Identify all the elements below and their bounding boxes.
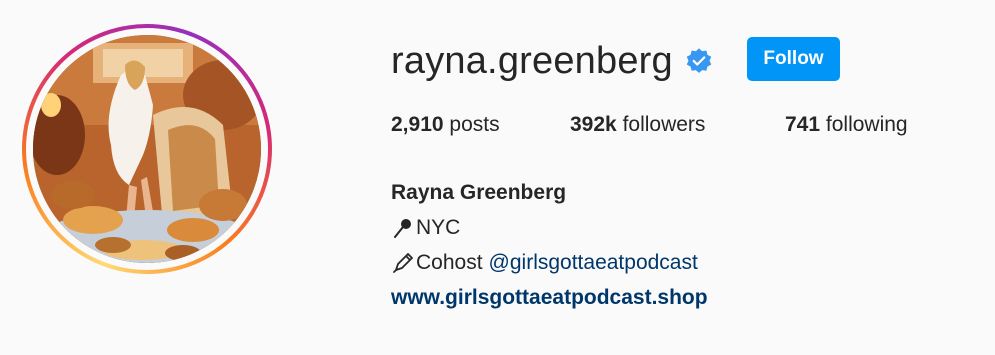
followers-count: 392k bbox=[570, 113, 617, 136]
bio-location-line: NYC bbox=[391, 210, 708, 245]
display-name: Rayna Greenberg bbox=[391, 181, 567, 204]
bio-role-line: Cohost @girlsgottaeatpodcast bbox=[391, 245, 708, 280]
bio-website-line: www.girlsgottaeatpodcast.shop bbox=[391, 280, 708, 315]
following-stat[interactable]: 741 following bbox=[785, 113, 908, 137]
bio-location: NYC bbox=[416, 216, 461, 239]
profile-bio: Rayna Greenberg NYC Cohost @girlsgottaea… bbox=[391, 175, 708, 315]
posts-count: 2,910 bbox=[391, 113, 444, 136]
followers-stat[interactable]: 392k followers bbox=[570, 113, 705, 137]
posts-label: posts bbox=[449, 113, 500, 136]
verified-badge-icon bbox=[685, 47, 713, 75]
avatar-image bbox=[33, 35, 261, 263]
pushpin-icon bbox=[391, 216, 415, 240]
website-link[interactable]: www.girlsgottaeatpodcast.shop bbox=[391, 280, 708, 315]
following-count: 741 bbox=[785, 113, 821, 136]
avatar-story-ring[interactable] bbox=[22, 24, 272, 274]
follow-button[interactable]: Follow bbox=[747, 37, 840, 81]
mention-link[interactable]: @girlsgottaeatpodcast bbox=[489, 245, 698, 280]
profile-header: rayna.greenberg bbox=[391, 36, 713, 86]
avatar[interactable] bbox=[33, 35, 261, 263]
following-label: following bbox=[825, 113, 908, 136]
posts-stat: 2,910 posts bbox=[391, 113, 500, 137]
username: rayna.greenberg bbox=[391, 40, 673, 82]
bio-role-text: Cohost bbox=[416, 251, 483, 274]
pencil-icon bbox=[391, 251, 415, 275]
followers-label: followers bbox=[622, 113, 706, 136]
